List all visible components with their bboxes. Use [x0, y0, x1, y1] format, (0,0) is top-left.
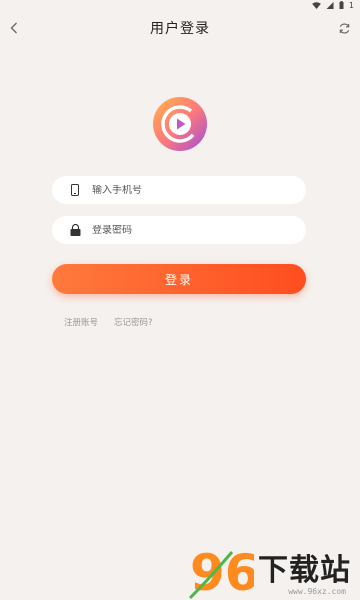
wifi-icon — [312, 1, 321, 9]
site-watermark: 96 下载站 www.96xz.com — [188, 540, 360, 600]
login-button[interactable]: 登录 — [52, 264, 306, 294]
page-title: 用户登录 — [150, 21, 210, 37]
back-button[interactable] — [4, 18, 24, 38]
phone-icon — [68, 183, 82, 197]
register-link[interactable]: 注册账号 — [64, 316, 98, 328]
password-input[interactable] — [92, 224, 292, 236]
status-bar: 1 — [0, 0, 360, 10]
watermark-number: 96 — [190, 544, 254, 600]
refresh-icon — [339, 22, 349, 34]
signal-icon — [326, 1, 334, 9]
auth-links: 注册账号 忘记密码? — [64, 316, 153, 328]
header: 用户登录 — [0, 10, 360, 46]
chevron-left-icon — [10, 22, 17, 34]
password-field[interactable] — [52, 216, 306, 244]
watermark-brand: 下载站 — [258, 553, 351, 588]
forgot-password-link[interactable]: 忘记密码? — [114, 316, 153, 328]
battery-icon — [339, 1, 344, 9]
app-logo — [152, 96, 208, 152]
refresh-button[interactable] — [334, 18, 354, 38]
battery-text: 1 — [348, 0, 354, 10]
watermark-url: www.96xz.com — [288, 587, 346, 596]
watermark-number-graphic: 96 — [188, 544, 254, 600]
phone-input[interactable] — [92, 184, 292, 196]
phone-field[interactable] — [52, 176, 306, 204]
lock-icon — [68, 223, 82, 237]
